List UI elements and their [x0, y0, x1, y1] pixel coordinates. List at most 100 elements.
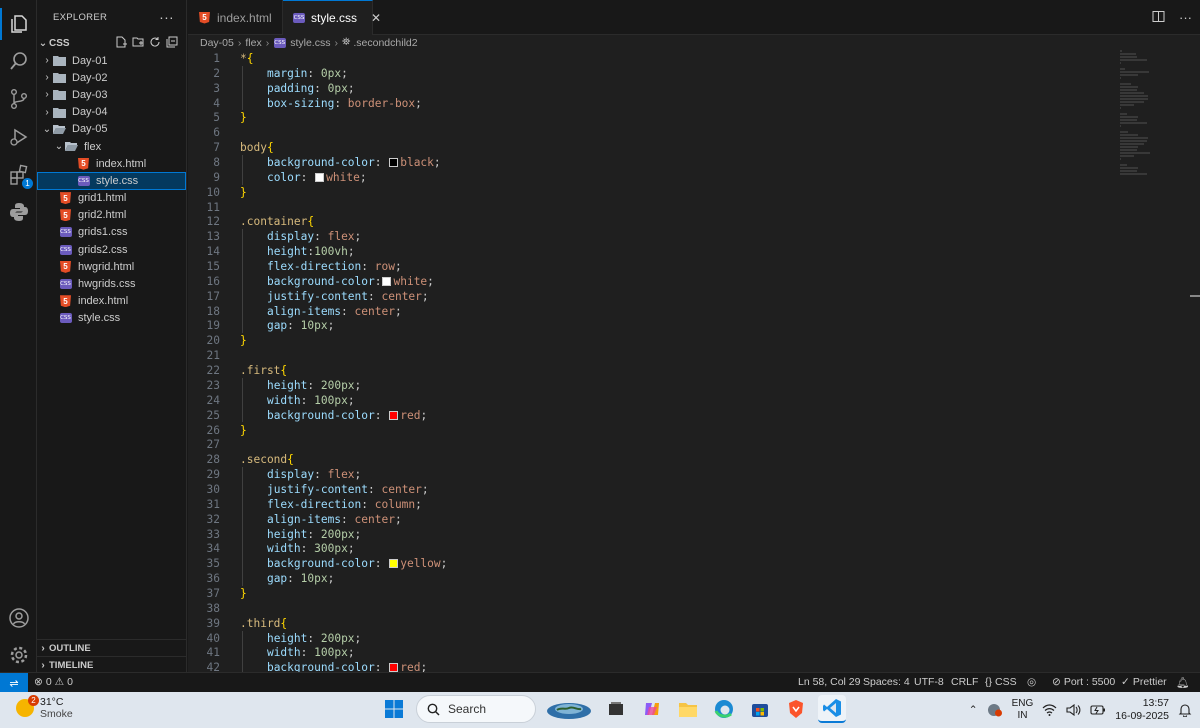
- widgets-earth-icon[interactable]: [544, 695, 594, 723]
- code-line[interactable]: 23 height: 200px;: [188, 378, 1088, 393]
- folder-item[interactable]: › Day-04: [37, 104, 186, 121]
- code-line[interactable]: 1 *{: [188, 51, 1088, 66]
- remote-indicator-icon[interactable]: ⇌: [0, 673, 28, 693]
- breadcrumb-item[interactable]: Day-05: [200, 37, 234, 49]
- tab-index-html[interactable]: 5 index.html: [188, 0, 283, 35]
- code-line[interactable]: 19 gap: 10px;: [188, 318, 1088, 333]
- code-line[interactable]: 11: [188, 200, 1088, 215]
- code-line[interactable]: 5}: [188, 110, 1088, 125]
- explorer-icon[interactable]: [6, 11, 31, 36]
- more-actions-icon[interactable]: ···: [1179, 10, 1192, 25]
- code-line[interactable]: 36 gap: 10px;: [188, 571, 1088, 586]
- color-swatch[interactable]: [389, 158, 399, 168]
- notification-bell-icon[interactable]: [1178, 703, 1192, 717]
- code-line[interactable]: 21: [188, 348, 1088, 363]
- run-debug-icon[interactable]: [6, 124, 31, 149]
- workspace-root[interactable]: ⌄ CSS: [37, 35, 186, 52]
- file-item[interactable]: 5 hwgrid.html: [37, 258, 186, 275]
- input-language[interactable]: ENG IN: [1012, 698, 1034, 722]
- code-line[interactable]: 27: [188, 437, 1088, 452]
- task-view-icon[interactable]: [602, 695, 630, 723]
- account-icon[interactable]: [6, 605, 31, 630]
- search-icon[interactable]: [6, 48, 31, 73]
- code-line[interactable]: 12 .container{: [188, 214, 1088, 229]
- folder-item[interactable]: ⌄ Day-05: [37, 121, 186, 138]
- color-swatch[interactable]: [315, 172, 325, 182]
- code-line[interactable]: 37}: [188, 586, 1088, 601]
- taskbar-search[interactable]: Search: [416, 695, 536, 723]
- code-line[interactable]: 28 .second{: [188, 452, 1088, 467]
- folder-item[interactable]: › Day-03: [37, 86, 186, 103]
- code-editor[interactable]: 1 *{2 margin: 0px; 3 padding: 0px; 4 box-si…: [188, 50, 1200, 672]
- copilot-icon[interactable]: ◎: [1027, 676, 1036, 688]
- collapse-all-icon[interactable]: [166, 36, 178, 48]
- code-line[interactable]: 18 align-items: center;: [188, 304, 1088, 319]
- file-item[interactable]: 5 index.html: [37, 293, 186, 310]
- folder-item[interactable]: › Day-02: [37, 69, 186, 86]
- code-line[interactable]: 16 background-color: white;: [188, 274, 1088, 289]
- more-actions-icon[interactable]: ···: [159, 9, 174, 25]
- end-of-line[interactable]: CRLF: [951, 676, 978, 688]
- code-line[interactable]: 14 height:100vh;: [188, 244, 1088, 259]
- code-line[interactable]: 38: [188, 601, 1088, 616]
- file-explorer-icon[interactable]: [674, 695, 702, 723]
- file-item[interactable]: CSS grids1.css: [37, 224, 186, 241]
- breadcrumb-item[interactable]: flex: [245, 37, 261, 49]
- file-item[interactable]: 5 grid2.html: [37, 207, 186, 224]
- volume-icon[interactable]: [1066, 704, 1081, 716]
- refresh-icon[interactable]: [149, 36, 161, 48]
- file-item[interactable]: CSS grids2.css: [37, 241, 186, 258]
- code-line[interactable]: 9 color: white;: [188, 170, 1088, 185]
- code-line[interactable]: 20}: [188, 333, 1088, 348]
- file-item[interactable]: 5 grid1.html: [37, 190, 186, 207]
- minimap[interactable]: [1120, 50, 1180, 190]
- color-swatch[interactable]: [382, 276, 392, 286]
- code-line[interactable]: 35 background-color: yellow;: [188, 556, 1088, 571]
- new-folder-icon[interactable]: [132, 36, 144, 48]
- timeline-section[interactable]: › TIMELINE: [37, 656, 187, 673]
- indentation[interactable]: Spaces: 4: [863, 676, 910, 688]
- edge-browser-icon[interactable]: [710, 695, 738, 723]
- file-item[interactable]: 5 index.html: [37, 155, 186, 172]
- close-icon[interactable]: ✕: [371, 11, 381, 25]
- language-mode[interactable]: {} CSS: [985, 676, 1017, 688]
- code-line[interactable]: 7 body{: [188, 140, 1088, 155]
- settings-gear-icon[interactable]: [6, 642, 31, 667]
- code-line[interactable]: 30 justify-content: center;: [188, 482, 1088, 497]
- outline-section[interactable]: › OUTLINE: [37, 639, 187, 656]
- python-icon[interactable]: [6, 199, 31, 224]
- code-line[interactable]: 17 justify-content: center;: [188, 289, 1088, 304]
- folder-item[interactable]: ⌄ flex: [37, 138, 186, 155]
- tab-style-css[interactable]: CSS style.css ✕: [283, 0, 381, 35]
- file-item[interactable]: CSS style.css: [37, 172, 186, 190]
- scrollbar-position[interactable]: [1190, 295, 1200, 297]
- store-icon[interactable]: [746, 695, 774, 723]
- code-line[interactable]: 22 .first{: [188, 363, 1088, 378]
- file-item[interactable]: CSS style.css: [37, 310, 186, 327]
- code-line[interactable]: 8 background-color: black;: [188, 155, 1088, 170]
- code-line[interactable]: 15 flex-direction: row;: [188, 259, 1088, 274]
- code-line[interactable]: 4 box-sizing: border-box;: [188, 96, 1088, 111]
- code-line[interactable]: 13 display: flex;: [188, 229, 1088, 244]
- copilot-app-icon[interactable]: [638, 695, 666, 723]
- code-line[interactable]: 2 margin: 0px;: [188, 66, 1088, 81]
- source-control-icon[interactable]: [6, 86, 31, 111]
- windows-start-icon[interactable]: [380, 695, 408, 723]
- code-line[interactable]: 29 display: flex;: [188, 467, 1088, 482]
- color-swatch[interactable]: [389, 559, 399, 569]
- extensions-icon[interactable]: 1: [6, 162, 33, 189]
- code-line[interactable]: 3 padding: 0px;: [188, 81, 1088, 96]
- code-line[interactable]: 33 height: 200px;: [188, 527, 1088, 542]
- code-line[interactable]: 24 width: 100px;: [188, 393, 1088, 408]
- code-line[interactable]: 6: [188, 125, 1088, 140]
- chevron-up-icon[interactable]: ⌃: [969, 704, 978, 716]
- prettier-status[interactable]: ✓ Prettier: [1121, 676, 1167, 688]
- cursor-position[interactable]: Ln 58, Col 29: [798, 676, 860, 688]
- clock[interactable]: 13:57 16-09-2025: [1115, 697, 1169, 723]
- code-line[interactable]: 10}: [188, 185, 1088, 200]
- battery-icon[interactable]: [1090, 704, 1106, 716]
- code-line[interactable]: 26}: [188, 423, 1088, 438]
- code-line[interactable]: 42 background-color: red;: [188, 660, 1088, 672]
- wifi-icon[interactable]: [1042, 704, 1057, 716]
- file-item[interactable]: CSS hwgrids.css: [37, 275, 186, 292]
